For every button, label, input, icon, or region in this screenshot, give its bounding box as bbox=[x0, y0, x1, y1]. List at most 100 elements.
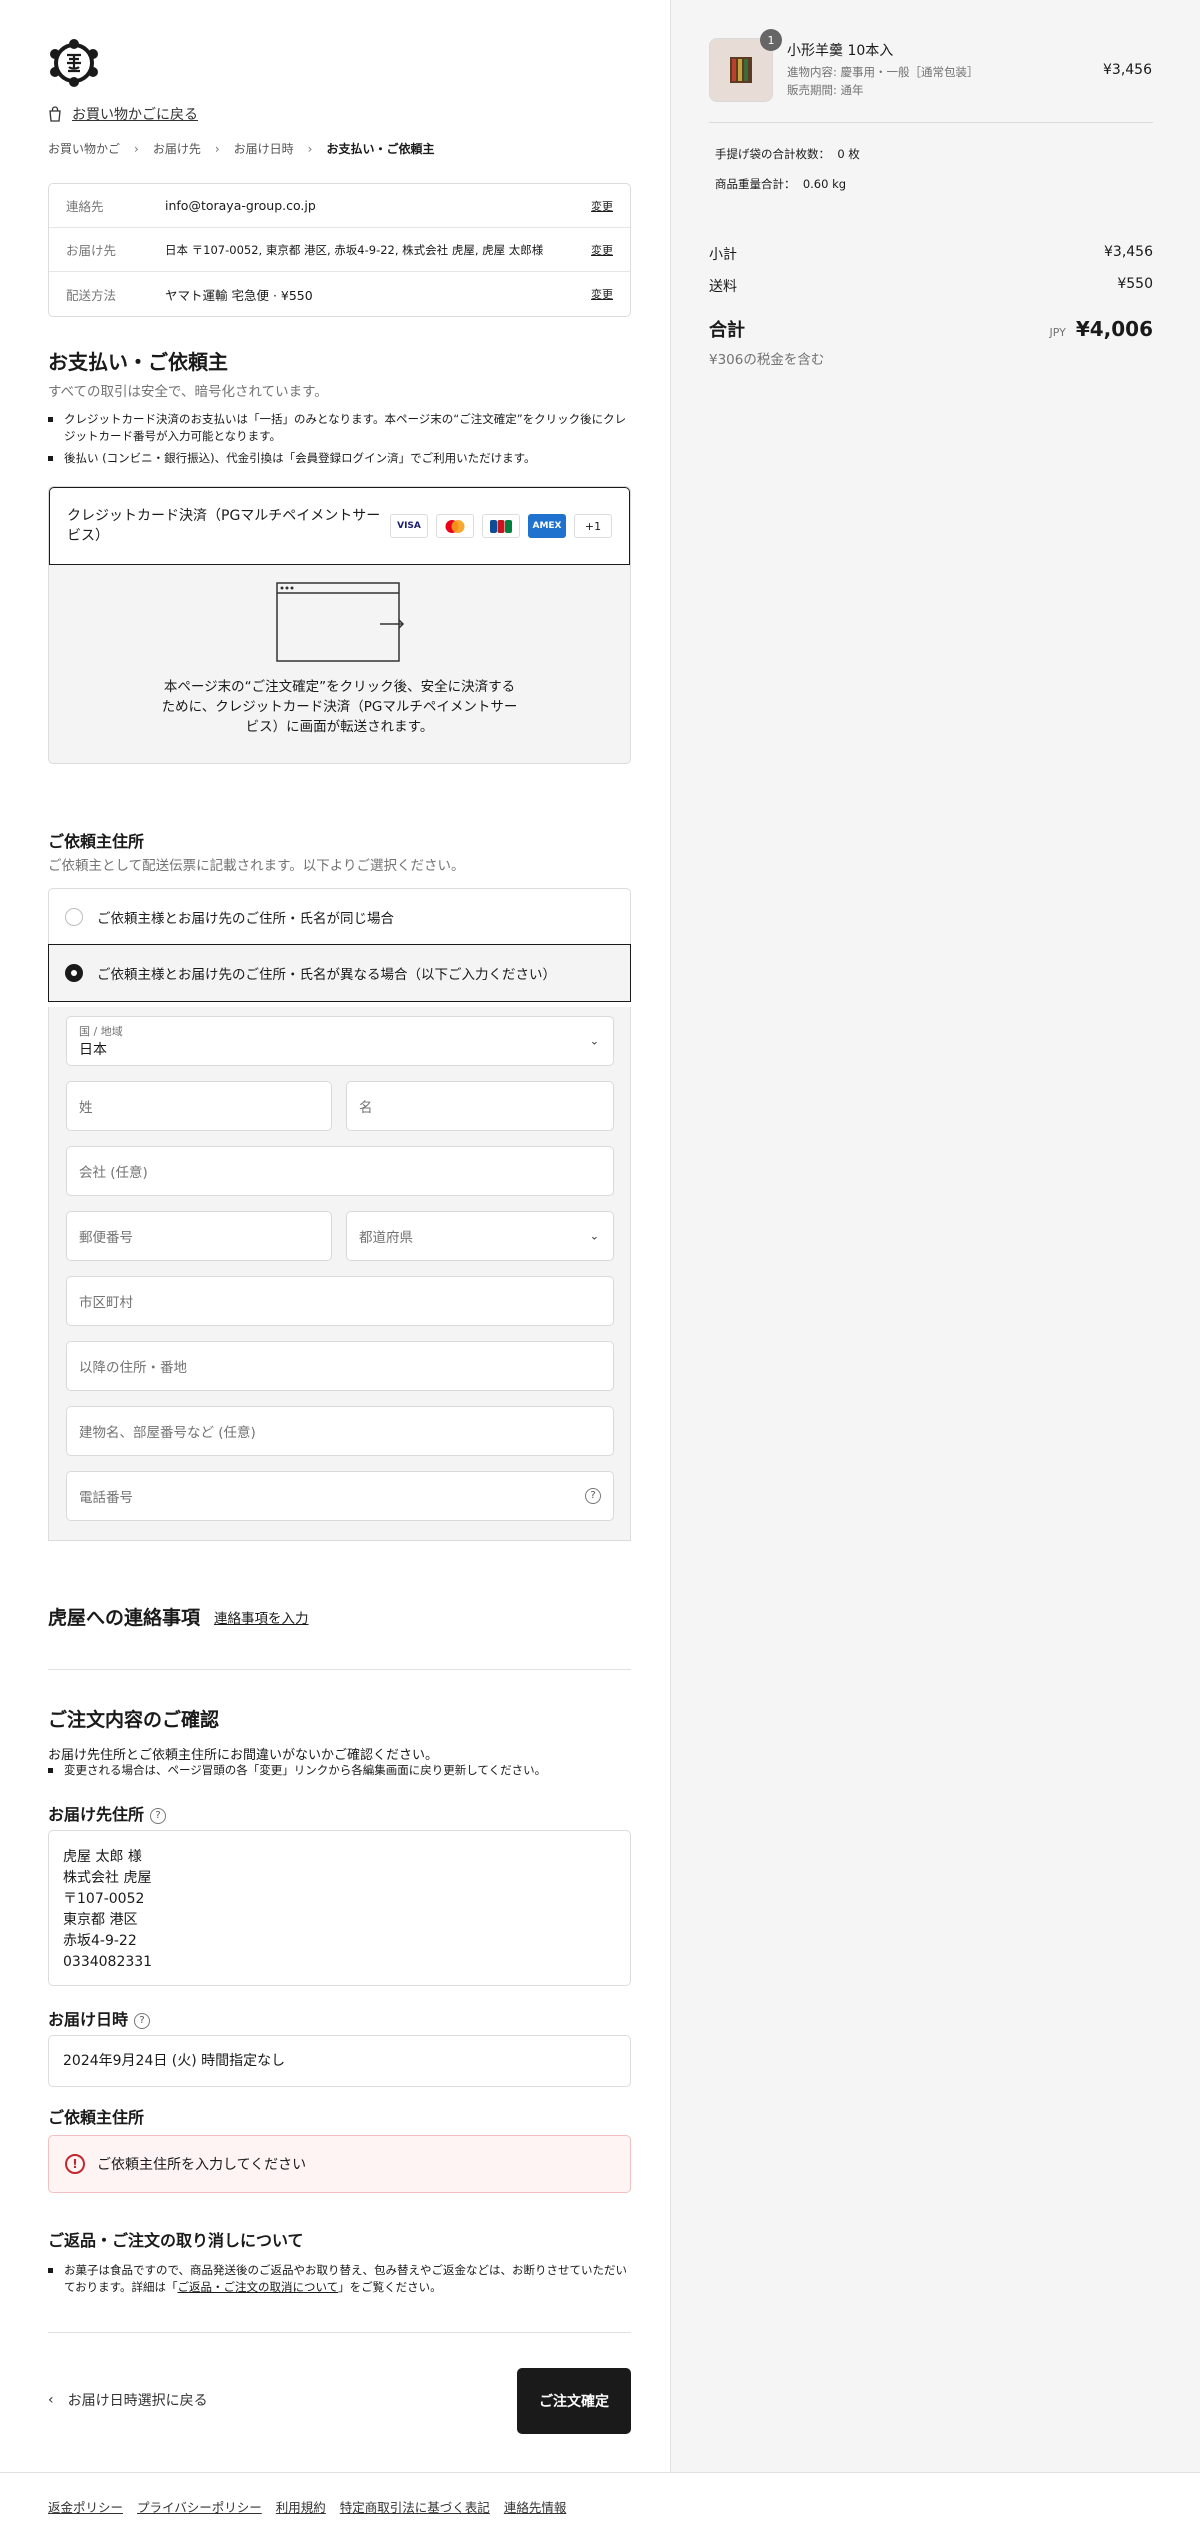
chevron-left-icon: ‹ bbox=[48, 2392, 54, 2408]
checkout-summary: 連絡先 info@toraya-group.co.jp 変更 お届け先 日本 〒… bbox=[48, 183, 631, 317]
summary-contact-value: info@toraya-group.co.jp bbox=[165, 198, 316, 213]
summary-address-label: お届け先 bbox=[66, 243, 117, 258]
address-line: 虎屋 太郎 様 bbox=[63, 1849, 142, 1865]
weight-label: 商品重量合計： bbox=[715, 177, 796, 191]
payment-notes: クレジットカード決済のお支払いは「一括」のみとなります。本ページ末の“ご注文確定… bbox=[48, 411, 631, 467]
total-row: 合計 JPY ¥4,006 bbox=[709, 316, 1153, 342]
returns-policy-link[interactable]: ご返品・ご注文の取消について bbox=[178, 2280, 339, 2294]
delivery-date-box: 2024年9月24日 (火) 時間指定なし bbox=[48, 2035, 631, 2087]
summary-address-row: お届け先 日本 〒107-0052, 東京都 港区, 赤坂4-9-22, 株式会… bbox=[49, 228, 630, 272]
confirm-order-button[interactable]: ご注文確定 bbox=[517, 2368, 631, 2434]
divider bbox=[48, 1669, 631, 1670]
back-to-cart-label: お買い物かごに戻る bbox=[72, 107, 198, 123]
sender-confirm-heading: ご依頼主住所 bbox=[48, 2108, 145, 2127]
address-line: 株式会社 虎屋 bbox=[63, 1870, 152, 1886]
address-line: 〒107-0052 bbox=[63, 1891, 145, 1907]
back-to-cart-link[interactable]: お買い物かごに戻る bbox=[48, 104, 198, 124]
change-shipping-link[interactable]: 変更 bbox=[591, 286, 613, 302]
phone-placeholder: 電話番号 bbox=[79, 1490, 133, 1506]
returns-text-end: 」をご覧ください。 bbox=[338, 2280, 442, 2294]
city-input[interactable]: 市区町村 bbox=[66, 1276, 614, 1326]
address-input[interactable]: 以降の住所・番地 bbox=[66, 1341, 614, 1391]
shipping-address-heading: お届け先住所? bbox=[48, 1801, 167, 1825]
breadcrumb-shipping-address[interactable]: お届け先 bbox=[153, 140, 201, 157]
payment-method-label: クレジットカード決済（PGマルチペイメントサービス） bbox=[67, 508, 381, 544]
bag-count-value: 0 枚 bbox=[837, 147, 860, 161]
help-icon[interactable]: ? bbox=[134, 2012, 151, 2029]
sender-error-banner: ! ご依頼主住所を入力してください bbox=[48, 2135, 631, 2193]
footer-link-privacy-policy[interactable]: プライバシーポリシー bbox=[137, 2497, 262, 2516]
payment-subtitle: すべての取引は安全で、暗号化されています。 bbox=[48, 384, 328, 400]
breadcrumb-cart[interactable]: お買い物かご bbox=[48, 140, 120, 157]
help-icon[interactable]: ? bbox=[585, 1488, 601, 1504]
delivery-date-heading: お届け日時? bbox=[48, 2006, 151, 2030]
payment-note: クレジットカード決済のお支払いは「一括」のみとなります。本ページ末の“ご注文確定… bbox=[48, 411, 631, 445]
total-amount: JPY ¥4,006 bbox=[1049, 317, 1153, 341]
subtotal-row: 小計 ¥3,456 bbox=[709, 244, 1153, 264]
footer-link-refund-policy[interactable]: 返金ポリシー bbox=[48, 2497, 123, 2516]
address-line: 0334082331 bbox=[63, 1954, 153, 1970]
currency-code: JPY bbox=[1049, 326, 1066, 339]
help-icon[interactable]: ? bbox=[150, 1807, 167, 1824]
summary-shipping-label: 配送方法 bbox=[66, 287, 117, 303]
weight-value: 0.60 kg bbox=[802, 177, 847, 191]
breadcrumb-delivery-date[interactable]: お届け日時 bbox=[234, 140, 294, 157]
payment-heading: お支払い・ご依頼主 bbox=[48, 350, 228, 374]
toraya-logo[interactable] bbox=[48, 38, 100, 88]
shipping-address-box: 虎屋 太郎 様 株式会社 虎屋 〒107-0052 東京都 港区 赤坂4-9-2… bbox=[48, 1830, 631, 1986]
divider bbox=[48, 2332, 631, 2333]
country-select[interactable]: 国 / 地域 日本 ⌄ bbox=[66, 1016, 614, 1066]
total-value: ¥4,006 bbox=[1075, 317, 1153, 341]
prefecture-select[interactable]: 都道府県 ⌄ bbox=[346, 1211, 614, 1261]
card-brands: VISA AMEX +1 bbox=[390, 514, 612, 538]
sender-option-different[interactable]: ご依頼主様とお届け先のご住所・氏名が異なる場合（以下ご入力ください） bbox=[48, 944, 631, 1002]
payment-method-box: クレジットカード決済（PGマルチペイメントサービス） VISA AMEX +1 bbox=[48, 486, 631, 764]
more-cards-badge: +1 bbox=[574, 514, 612, 538]
notes-heading: 虎屋への連絡事項 bbox=[48, 1607, 201, 1629]
shopping-bag-icon bbox=[49, 106, 61, 122]
radio-different[interactable] bbox=[65, 964, 83, 982]
order-confirm-notes: 変更される場合は、ページ冒頭の各「変更」リンクから各編集画面に戻り更新してくださ… bbox=[48, 1762, 631, 1779]
chevron-right-icon: › bbox=[307, 141, 313, 156]
back-button-label: お届け日時選択に戻る bbox=[67, 2393, 208, 2409]
sender-option-same[interactable]: ご依頼主様とお届け先のご住所・氏名が同じ場合 bbox=[48, 888, 631, 945]
last-name-input[interactable]: 姓 bbox=[66, 1081, 332, 1131]
shipping-label: 送料 bbox=[709, 279, 737, 295]
bag-count: 手提げ袋の合計枚数： 0 枚 bbox=[715, 146, 860, 162]
chevron-down-icon: ⌄ bbox=[589, 1229, 599, 1243]
footer: 返金ポリシー プライバシーポリシー 利用規約 特定商取引法に基づく表記 連絡先情… bbox=[0, 2472, 1200, 2534]
shipping-value: ¥550 bbox=[1117, 276, 1153, 292]
product-name: 小形羊羹 10本入 bbox=[787, 43, 894, 59]
mastercard-icon bbox=[436, 514, 474, 538]
change-contact-link[interactable]: 変更 bbox=[591, 198, 613, 214]
company-input[interactable]: 会社 (任意) bbox=[66, 1146, 614, 1196]
phone-input[interactable]: 電話番号 ? bbox=[66, 1471, 614, 1521]
sender-error-text: ご依頼主住所を入力してください bbox=[97, 2157, 307, 2173]
building-input[interactable]: 建物名、部屋番号など (任意) bbox=[66, 1406, 614, 1456]
first-name-input[interactable]: 名 bbox=[346, 1081, 614, 1131]
divider bbox=[709, 122, 1153, 123]
browser-redirect-icon bbox=[275, 582, 404, 662]
breadcrumb: お買い物かご › お届け先 › お届け日時 › お支払い・ご依頼主 bbox=[48, 140, 435, 157]
footer-link-contact[interactable]: 連絡先情報 bbox=[504, 2497, 567, 2516]
back-to-delivery-date-button[interactable]: ‹ お届け日時選択に戻る bbox=[48, 2390, 208, 2410]
delivery-date-title: お届け日時 bbox=[48, 2010, 129, 2029]
breadcrumb-payment: お支払い・ご依頼主 bbox=[326, 142, 435, 156]
change-address-link[interactable]: 変更 bbox=[591, 242, 613, 258]
radio-same[interactable] bbox=[65, 908, 83, 926]
payment-option-credit-card[interactable]: クレジットカード決済（PGマルチペイメントサービス） VISA AMEX +1 bbox=[49, 487, 630, 565]
payment-note: 後払い (コンビニ・銀行振込)、代金引換は「会員登録ログイン済」でご利用いただけ… bbox=[48, 450, 631, 467]
payment-redirect-info: 本ページ末の“ご注文確定”をクリック後、安全に決済するために、クレジットカード決… bbox=[49, 565, 630, 737]
order-confirm-note: 変更される場合は、ページ冒頭の各「変更」リンクから各編集画面に戻り更新してくださ… bbox=[48, 1762, 631, 1779]
add-notes-link[interactable]: 連絡事項を入力 bbox=[214, 1607, 309, 1627]
sender-option-different-label: ご依頼主様とお届け先のご住所・氏名が異なる場合（以下ご入力ください） bbox=[97, 967, 556, 983]
product-detail-contents: 進物内容: 慶事用・一般［通常包装］ bbox=[787, 65, 979, 79]
postal-code-input[interactable]: 郵便番号 bbox=[66, 1211, 332, 1261]
mastercard-logo bbox=[445, 519, 465, 533]
footer-links: 返金ポリシー プライバシーポリシー 利用規約 特定商取引法に基づく表記 連絡先情… bbox=[48, 2497, 566, 2516]
footer-link-legal-notice[interactable]: 特定商取引法に基づく表記 bbox=[340, 2497, 490, 2516]
alert-icon: ! bbox=[65, 2154, 85, 2174]
notes-section: 虎屋への連絡事項 連絡事項を入力 bbox=[48, 1603, 309, 1630]
footer-link-terms[interactable]: 利用規約 bbox=[276, 2497, 326, 2516]
visa-icon: VISA bbox=[390, 514, 428, 538]
